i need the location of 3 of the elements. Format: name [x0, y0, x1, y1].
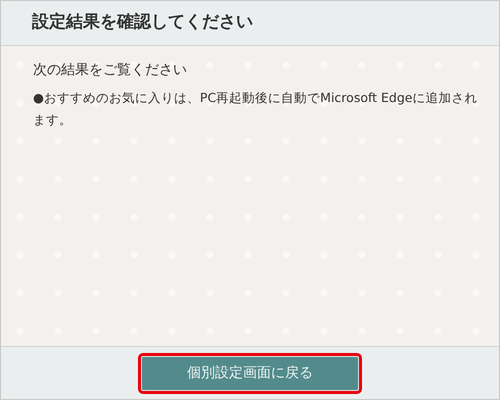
note-text: ●おすすめのお気に入りは、PC再起動後に自動でMicrosoft Edgeに追加されます。	[33, 89, 478, 129]
lead-text: 次の結果をご覧ください	[33, 61, 188, 80]
dialog-title: 設定結果を確認してください	[32, 11, 253, 34]
